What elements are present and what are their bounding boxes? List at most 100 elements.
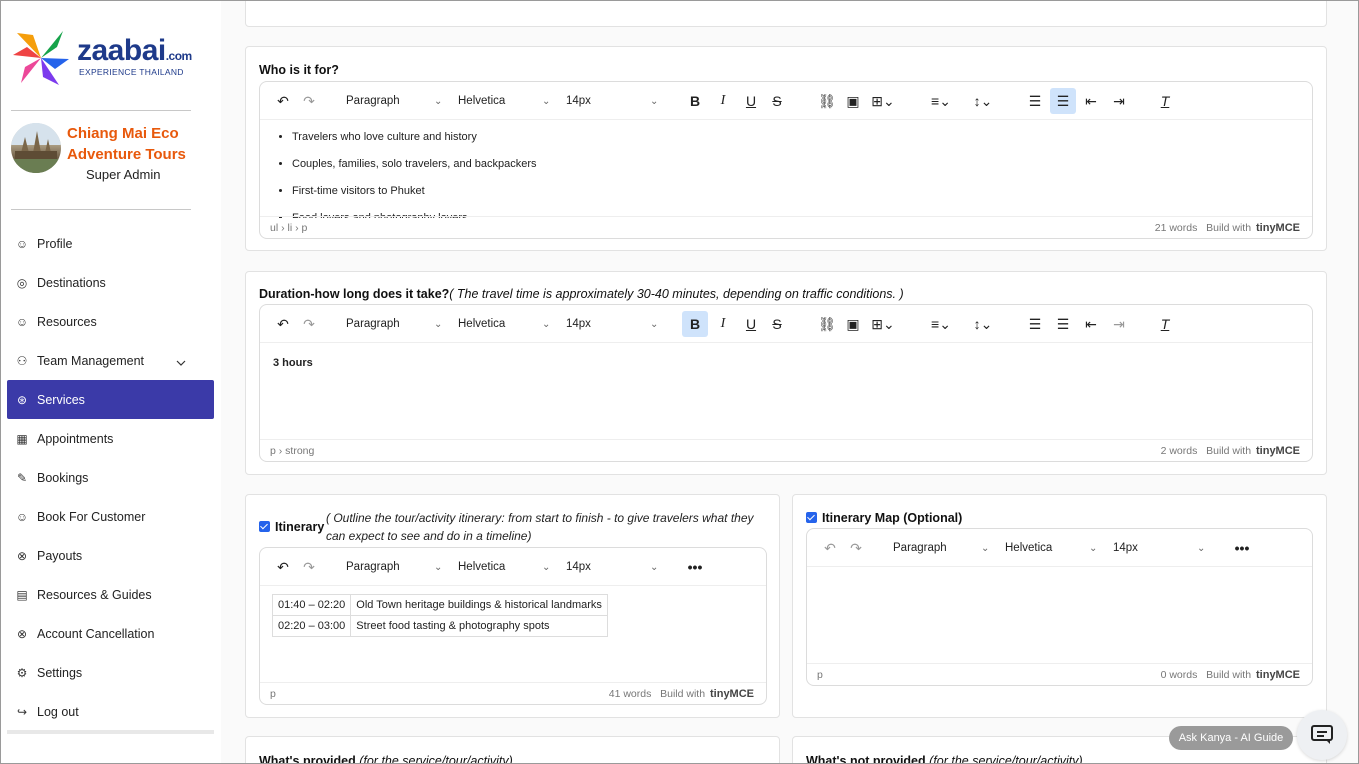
element-path[interactable]: p [270,688,276,700]
itinerary-checkbox[interactable] [259,521,270,532]
itinerary-map-checkbox[interactable] [806,512,817,523]
chevron-down-icon: ⌄ [434,95,443,107]
bold-button[interactable]: B [682,311,708,337]
image-icon[interactable]: ▣ [842,82,864,120]
who-list[interactable]: Travelers who love culture and history C… [260,124,1312,218]
bold-button[interactable]: B [684,82,706,120]
person-icon: ☺ [15,236,29,251]
sidebar-item-book-for-customer[interactable]: ☺ Book For Customer [7,497,214,536]
font-size-select[interactable]: 14px ⌄ [566,82,666,120]
block-format-select[interactable]: Paragraph ⌄ [346,82,454,120]
duration-value[interactable]: 3 hours [273,357,1312,369]
logo[interactable]: zaabai.com EXPERIENCE THAILAND [11,29,201,89]
sidebar-item-bookings[interactable]: ✎ Bookings [7,458,214,497]
undo-icon[interactable]: ↶ [272,548,294,586]
line-height-icon[interactable]: ↕⌄ [968,305,998,343]
ai-guide-label[interactable]: Ask Kanya - AI Guide [1169,726,1293,750]
indent-icon[interactable]: ⇥ [1108,305,1130,343]
editor-statusbar: ul › li › p 21 words Build with tinyMCE [260,216,1312,238]
sidebar-item-settings[interactable]: ⚙ Settings [7,653,214,692]
image-icon[interactable]: ▣ [842,305,864,343]
editor-brand-prefix: Build with [1206,444,1252,457]
itinerary-editor[interactable]: ↶ ↷ Paragraph ⌄ Helvetica ⌄ 14px ⌄ ••• 01:4… [259,547,767,705]
chevron-down-icon: ⌄ [542,95,551,107]
sidebar-item-services[interactable]: ⊛ Services [7,380,214,419]
avatar[interactable] [11,123,61,173]
table-icon[interactable]: ⊞⌄ [868,305,898,343]
element-path[interactable]: p › strong [270,445,314,457]
block-format-select[interactable]: Paragraph ⌄ [346,548,454,586]
underline-button[interactable]: U [740,305,762,343]
sidebar-item-log-out[interactable]: ↪ Log out [7,692,214,731]
main-content: Who is it for? ↶ ↷ Paragraph ⌄ Helvetica ⌄… [221,1,1358,763]
bullet-list-icon[interactable]: ☰ [1050,88,1076,114]
provided-section-card: What's provided (for the service/tour/ac… [245,736,780,763]
ai-guide-button[interactable] [1297,710,1347,760]
sidebar-item-payouts[interactable]: ⊗ Payouts [7,536,214,575]
italic-button[interactable]: I [712,82,734,120]
font-family-select[interactable]: Helvetica ⌄ [458,305,566,343]
itinerary-label[interactable]: Itinerary [259,520,324,534]
sidebar-item-resources-guides[interactable]: ▤ Resources & Guides [7,575,214,614]
itinerary-table[interactable]: 01:40 – 02:20 Old Town heritage buildings… [271,594,608,637]
element-path[interactable]: p [817,669,823,681]
sidebar-item-profile[interactable]: ☺ Profile [7,224,214,263]
block-format-select[interactable]: Paragraph ⌄ [346,305,454,343]
link-icon[interactable]: ⛓ [816,305,838,343]
sidebar-item-resources[interactable]: ☺ Resources [7,302,214,341]
undo-icon[interactable]: ↶ [819,529,841,567]
font-family-select[interactable]: Helvetica ⌄ [1005,529,1113,567]
table-row: 01:40 – 02:20 Old Town heritage buildings… [271,594,608,616]
font-size-select[interactable]: 14px ⌄ [1113,529,1213,567]
clear-format-icon[interactable]: T [1154,305,1176,343]
font-family-select[interactable]: Helvetica ⌄ [458,82,566,120]
clear-format-icon[interactable]: T [1154,82,1176,120]
sidebar-item-appointments[interactable]: ▦ Appointments [7,419,214,458]
itinerary-map-section-card: Itinerary Map (Optional) ↶ ↷ Paragraph ⌄ … [792,494,1327,718]
redo-icon[interactable]: ↷ [298,82,320,120]
sidebar-item-label: Resources & Guides [37,587,152,602]
tinymce-logo[interactable]: tinyMCE [1256,445,1300,457]
tinymce-logo[interactable]: tinyMCE [1256,222,1300,234]
element-path[interactable]: ul › li › p [270,222,307,234]
numbered-list-icon[interactable]: ☰ [1024,82,1046,120]
strikethrough-button[interactable]: S [766,82,788,120]
align-icon[interactable]: ≡⌄ [926,305,956,343]
font-size-select[interactable]: 14px ⌄ [566,548,666,586]
tinymce-logo[interactable]: tinyMCE [1256,669,1300,681]
redo-icon[interactable]: ↷ [298,305,320,343]
italic-button[interactable]: I [712,305,734,343]
table-icon[interactable]: ⊞⌄ [868,82,898,120]
underline-button[interactable]: U [740,82,762,120]
who-editor[interactable]: ↶ ↷ Paragraph ⌄ Helvetica ⌄ 14px ⌄ B I U S … [259,81,1313,239]
tinymce-logo[interactable]: tinyMCE [710,688,754,700]
block-format-select[interactable]: Paragraph ⌄ [893,529,1001,567]
bullet-list-icon[interactable]: ☰ [1050,305,1076,343]
sidebar-item-label: Destinations [37,275,106,290]
sidebar-item-label: Book For Customer [37,509,146,524]
more-options-icon[interactable]: ••• [682,548,708,586]
itinerary-map-editor[interactable]: ↶ ↷ Paragraph ⌄ Helvetica ⌄ 14px ⌄ ••• p 0 … [806,528,1313,686]
indent-icon[interactable]: ⇥ [1108,82,1130,120]
itinerary-map-label[interactable]: Itinerary Map (Optional) [806,511,962,525]
sidebar-item-account-cancellation[interactable]: ⊗ Account Cancellation [7,614,214,653]
link-icon[interactable]: ⛓ [816,82,838,120]
duration-editor[interactable]: ↶ ↷ Paragraph ⌄ Helvetica ⌄ 14px ⌄ B I U S … [259,304,1313,462]
chevron-down-icon[interactable] [176,355,186,369]
outdent-icon[interactable]: ⇤ [1080,82,1102,120]
line-height-icon[interactable]: ↕⌄ [968,82,998,120]
align-icon[interactable]: ≡⌄ [926,82,956,120]
redo-icon[interactable]: ↷ [298,548,320,586]
sidebar-item-destinations[interactable]: ◎ Destinations [7,263,214,302]
more-options-icon[interactable]: ••• [1229,529,1255,567]
numbered-list-icon[interactable]: ☰ [1024,305,1046,343]
font-size-select[interactable]: 14px ⌄ [566,305,666,343]
sidebar-item-team-management[interactable]: ⚇ Team Management [7,341,214,380]
sidebar-item-label: Appointments [37,431,114,446]
redo-icon[interactable]: ↷ [845,529,867,567]
outdent-icon[interactable]: ⇤ [1080,305,1102,343]
font-family-select[interactable]: Helvetica ⌄ [458,548,566,586]
strikethrough-button[interactable]: S [766,305,788,343]
undo-icon[interactable]: ↶ [272,82,294,120]
undo-icon[interactable]: ↶ [272,305,294,343]
